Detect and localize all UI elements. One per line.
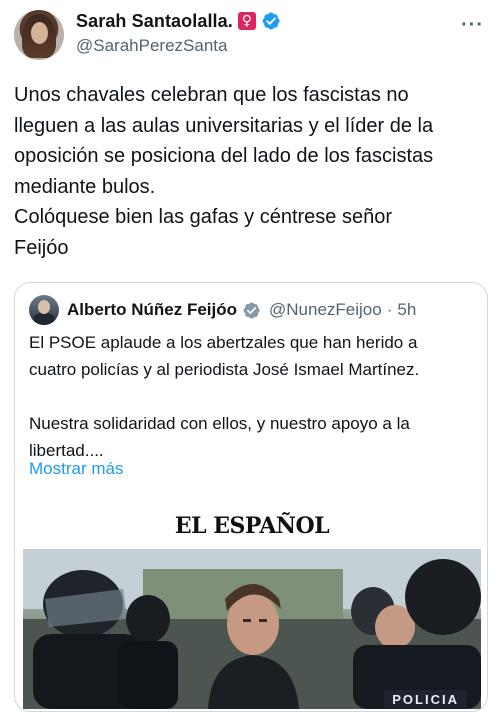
quoted-timestamp[interactable]: 5h <box>397 300 416 320</box>
quoted-author-handle[interactable]: @NunezFeijoo <box>269 300 382 320</box>
photo-scene <box>23 549 481 709</box>
newspaper-logo: EL ESPAÑOL <box>174 513 330 539</box>
police-vest-label: POLICIA <box>384 690 467 709</box>
show-more-link[interactable]: Mostrar más <box>29 459 123 479</box>
tweet-text: Unos chavales celebran que los fascistas… <box>14 84 434 259</box>
quoted-author-display-name[interactable]: Alberto Núñez Feijóo <box>67 300 237 320</box>
verified-gray-badge-icon <box>243 301 260 319</box>
author-display-name[interactable]: Sarah Santaolalla. <box>76 11 233 32</box>
tweet[interactable]: Sarah Santaolalla. ♀ @SarahPerezSanta ··… <box>0 0 500 712</box>
author-block: Sarah Santaolalla. ♀ @SarahPerezSanta <box>76 10 281 56</box>
author-avatar[interactable] <box>14 10 64 60</box>
author-handle[interactable]: @SarahPerezSanta <box>76 36 281 56</box>
venus-symbol-icon: ♀ <box>237 12 256 30</box>
quoted-tweet-text: El PSOE aplaude a los abertzales que han… <box>29 333 420 460</box>
verified-badge-icon <box>262 12 280 30</box>
quoted-tweet[interactable]: Alberto Núñez Feijóo @NunezFeijoo · 5h E… <box>14 282 488 712</box>
news-photo[interactable]: POLICIA <box>23 549 481 709</box>
more-options-icon[interactable]: ··· <box>461 14 484 37</box>
quoted-tweet-header: Alberto Núñez Feijóo @NunezFeijoo · 5h <box>29 295 416 325</box>
quoted-author-avatar[interactable] <box>29 295 59 325</box>
separator-dot: · <box>386 300 393 319</box>
quoted-tweet-media[interactable]: EL ESPAÑOL POLICIA <box>23 509 481 709</box>
